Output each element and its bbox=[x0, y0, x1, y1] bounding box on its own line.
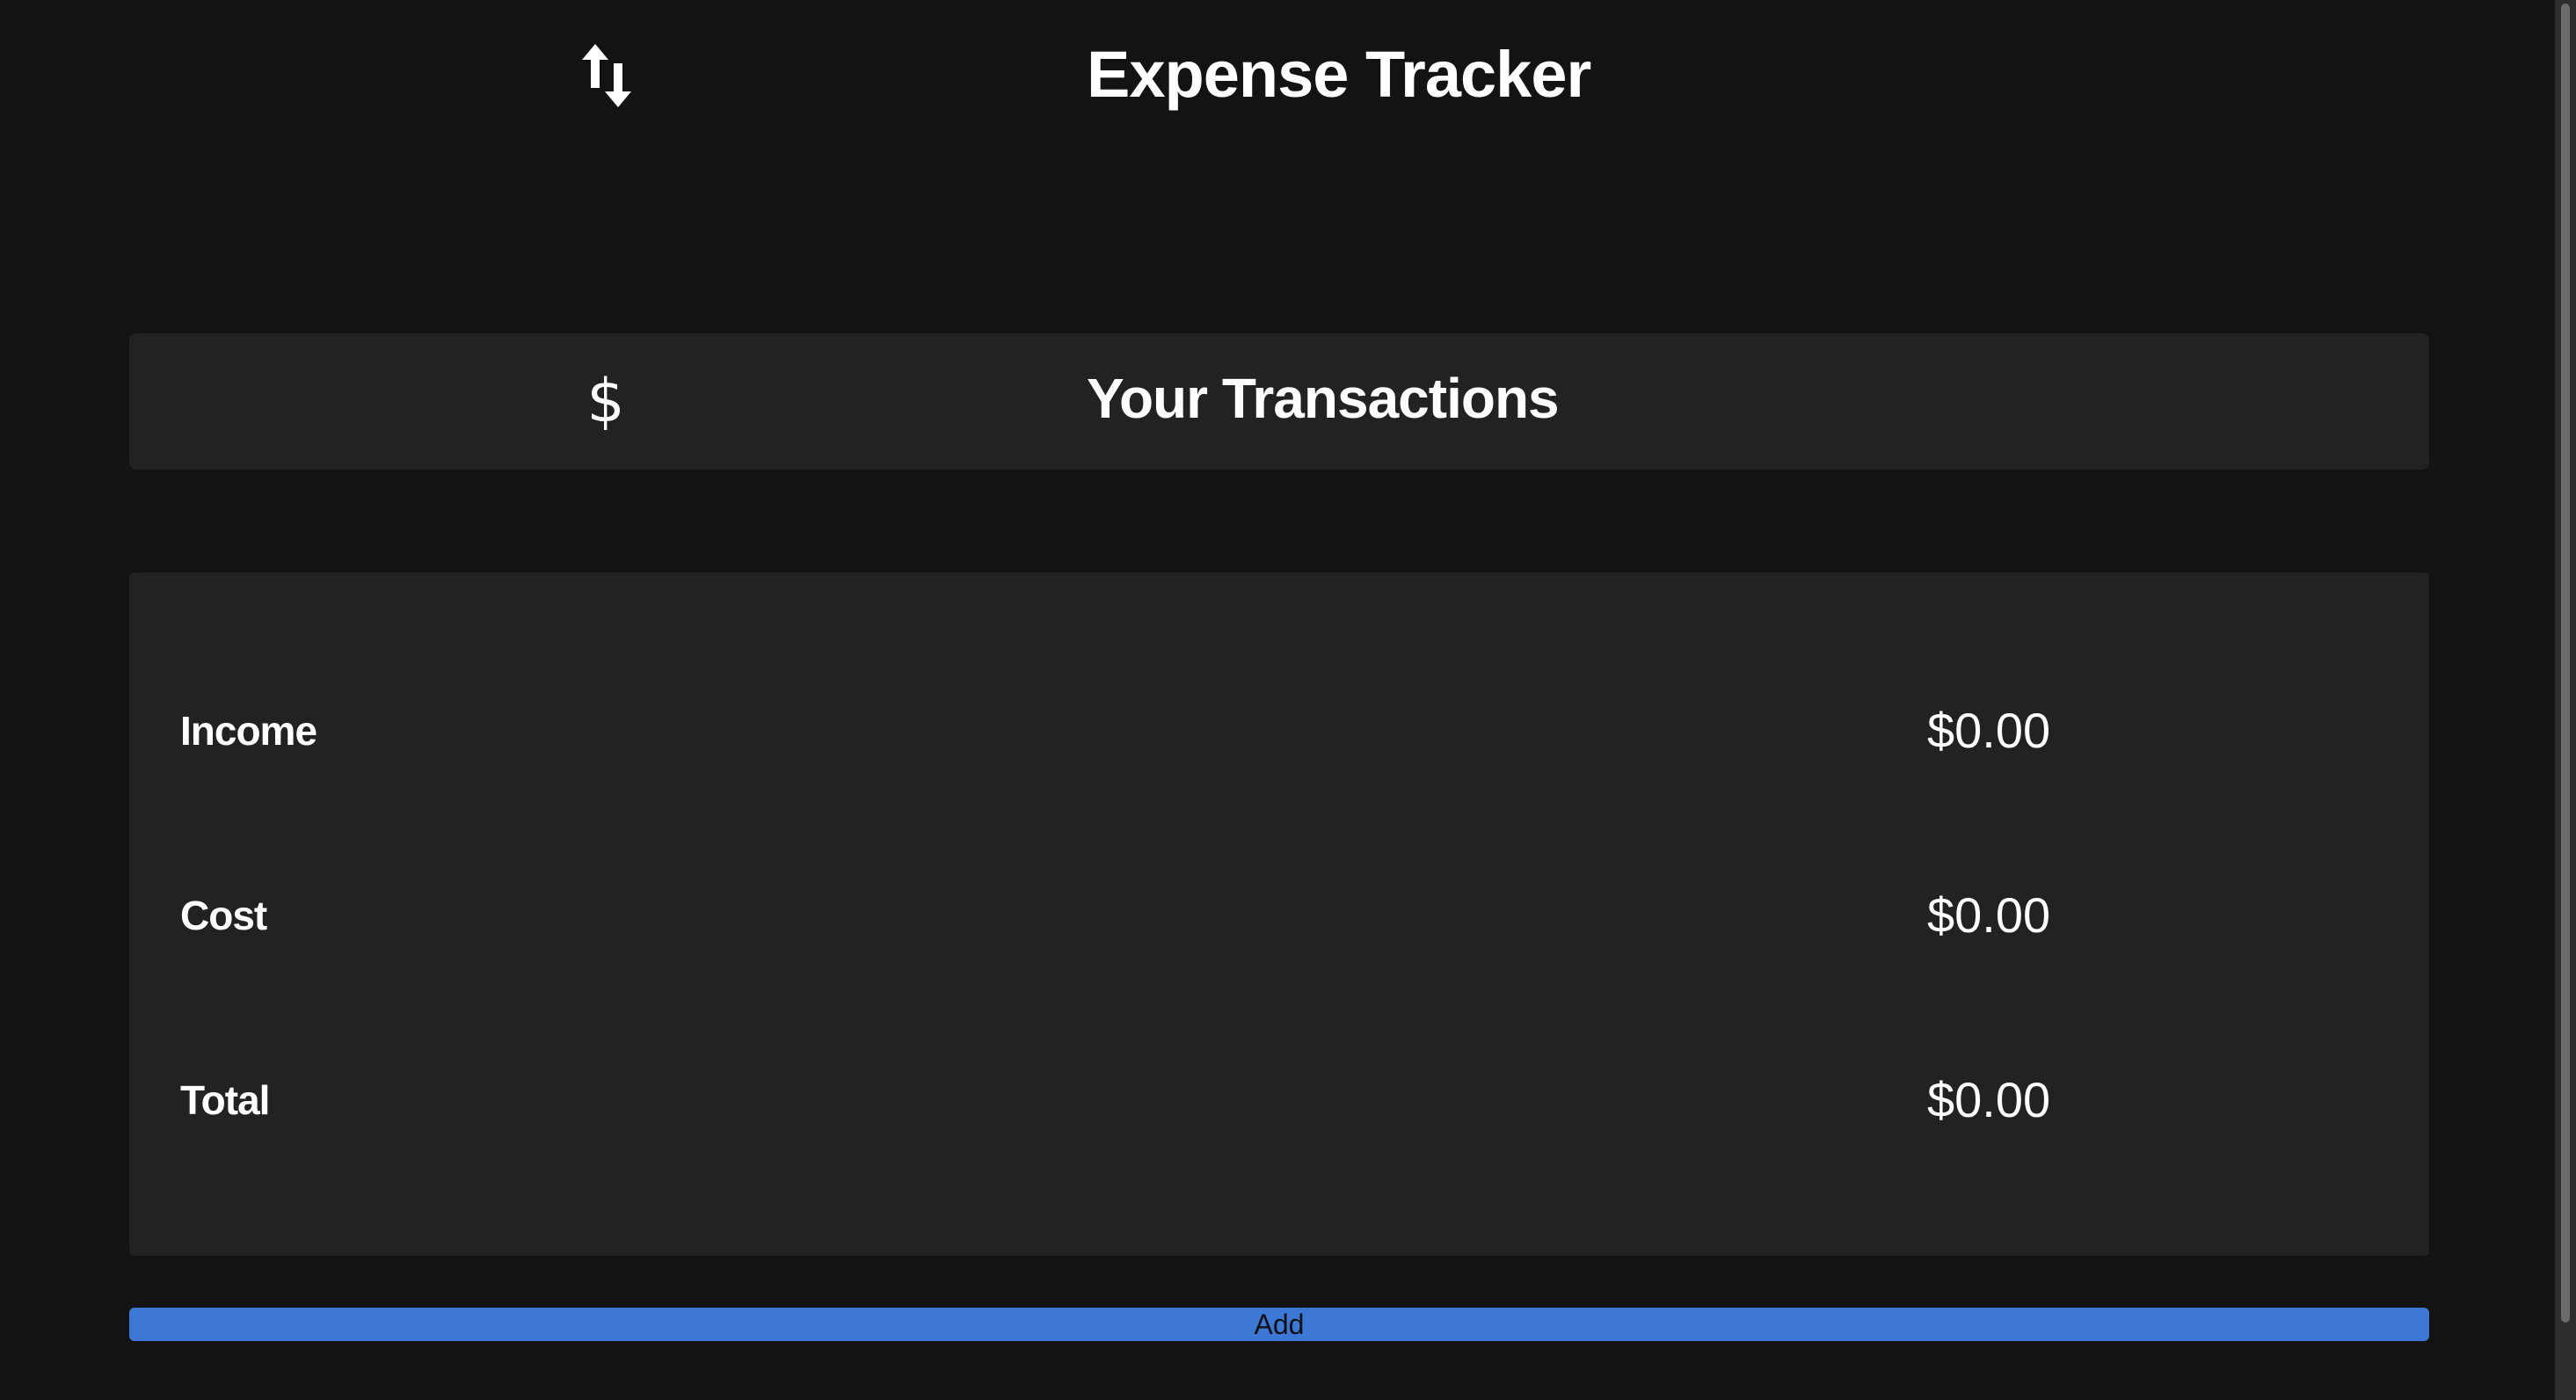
swap-vertical-icon[interactable] bbox=[580, 42, 633, 109]
scrollbar-thumb[interactable] bbox=[2561, 4, 2570, 1323]
cost-value: $0.00 bbox=[1927, 887, 2051, 943]
app-page: Expense Tracker $ Your Transactions Inco… bbox=[0, 0, 2576, 1400]
app-header: Expense Tracker bbox=[0, 0, 2555, 149]
summary-panel: Income $0.00 Cost $0.00 Total $0.00 bbox=[129, 572, 2429, 1256]
summary-row-total: Total $0.00 bbox=[129, 1054, 2429, 1142]
total-value: $0.00 bbox=[1927, 1072, 2051, 1127]
cost-label: Cost bbox=[180, 893, 267, 938]
income-value: $0.00 bbox=[1927, 703, 2051, 758]
app-title: Expense Tracker bbox=[1087, 38, 1591, 111]
vertical-scrollbar[interactable] bbox=[2555, 0, 2576, 1400]
income-label: Income bbox=[180, 708, 317, 754]
dollar-icon: $ bbox=[586, 367, 625, 436]
transactions-title: Your Transactions bbox=[1087, 367, 1560, 430]
transactions-header-panel: $ Your Transactions bbox=[129, 333, 2429, 470]
total-label: Total bbox=[180, 1077, 270, 1123]
summary-row-cost: Cost $0.00 bbox=[129, 870, 2429, 958]
summary-row-income: Income $0.00 bbox=[129, 685, 2429, 773]
add-button[interactable]: Add bbox=[129, 1308, 2429, 1341]
